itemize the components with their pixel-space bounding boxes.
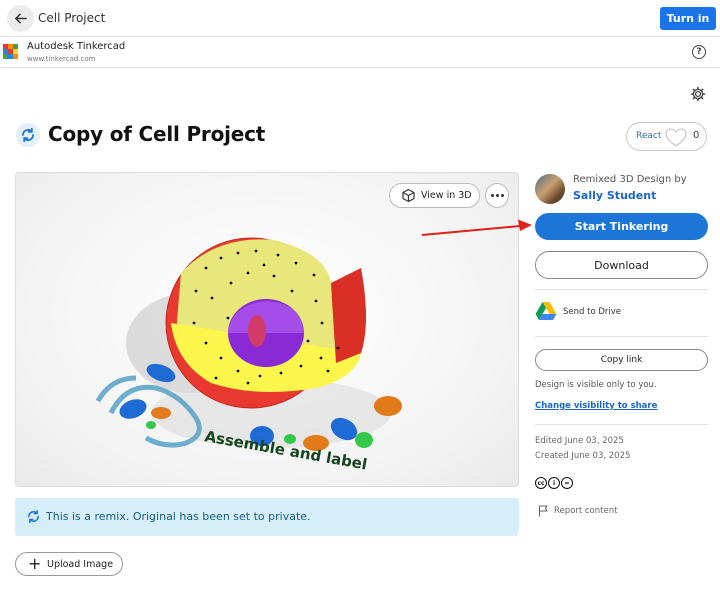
- cc-icon: cc: [535, 477, 547, 489]
- attribution-icon: i: [548, 477, 560, 489]
- remix-notice-text: This is a remix. Original has been set t…: [46, 510, 311, 523]
- tinkercad-logo: [3, 44, 18, 59]
- send-to-drive-link[interactable]: Send to Drive: [563, 307, 621, 317]
- cube-icon: [402, 188, 415, 203]
- view-in-3d-label: View in 3D: [421, 190, 472, 201]
- no-derivatives-icon: =: [561, 477, 573, 489]
- turn-in-button[interactable]: Turn in: [660, 7, 716, 30]
- copy-link-button[interactable]: Copy link: [535, 349, 708, 371]
- heart-icon: [665, 128, 687, 147]
- avatar[interactable]: [535, 174, 565, 204]
- react-button[interactable]: React 0: [626, 122, 707, 151]
- remix-icon: [16, 123, 40, 147]
- remix-notice: This is a remix. Original has been set t…: [15, 498, 519, 536]
- plus-icon: +: [28, 554, 42, 573]
- app-name: Autodesk Tinkercad: [27, 41, 126, 52]
- react-count: 0: [693, 130, 700, 141]
- start-tinkering-button[interactable]: Start Tinkering: [535, 213, 708, 240]
- more-horizontal-icon[interactable]: [485, 183, 509, 208]
- app-url: www.tinkercad.com: [27, 55, 96, 63]
- visibility-note: Design is visible only to you.: [535, 380, 657, 390]
- divider: [535, 424, 708, 425]
- arrow-left-icon: [14, 13, 27, 24]
- react-label: React: [636, 131, 662, 141]
- report-content-link[interactable]: Report content: [554, 506, 617, 516]
- created-date: Created June 03, 2025: [535, 451, 631, 461]
- top-bar: Cell Project Turn in: [0, 0, 720, 37]
- license-icons[interactable]: cc i =: [535, 477, 573, 489]
- assignment-title: Cell Project: [38, 11, 106, 25]
- arrow-annotation-icon: [421, 219, 532, 236]
- divider: [535, 289, 708, 290]
- edited-date: Edited June 03, 2025: [535, 436, 624, 446]
- divider: [535, 336, 708, 337]
- google-drive-icon[interactable]: [535, 301, 557, 321]
- refresh-icon: [22, 127, 34, 143]
- app-bar: Autodesk Tinkercad www.tinkercad.com ?: [0, 37, 720, 68]
- upload-image-button[interactable]: + Upload Image: [15, 552, 123, 576]
- page-title: Copy of Cell Project: [48, 122, 266, 146]
- download-button[interactable]: Download: [535, 251, 708, 279]
- gear-icon[interactable]: [690, 86, 706, 102]
- author-link[interactable]: Sally Student: [573, 189, 656, 202]
- back-button[interactable]: [7, 5, 34, 32]
- remixed-by-label: Remixed 3D Design by: [573, 174, 687, 185]
- refresh-icon: [28, 509, 39, 524]
- change-visibility-link[interactable]: Change visibility to share: [535, 401, 657, 411]
- flag-icon: [538, 505, 548, 517]
- upload-image-label: Upload Image: [47, 559, 114, 570]
- question-circle-icon[interactable]: ?: [692, 45, 706, 59]
- view-in-3d-button[interactable]: View in 3D: [389, 183, 480, 208]
